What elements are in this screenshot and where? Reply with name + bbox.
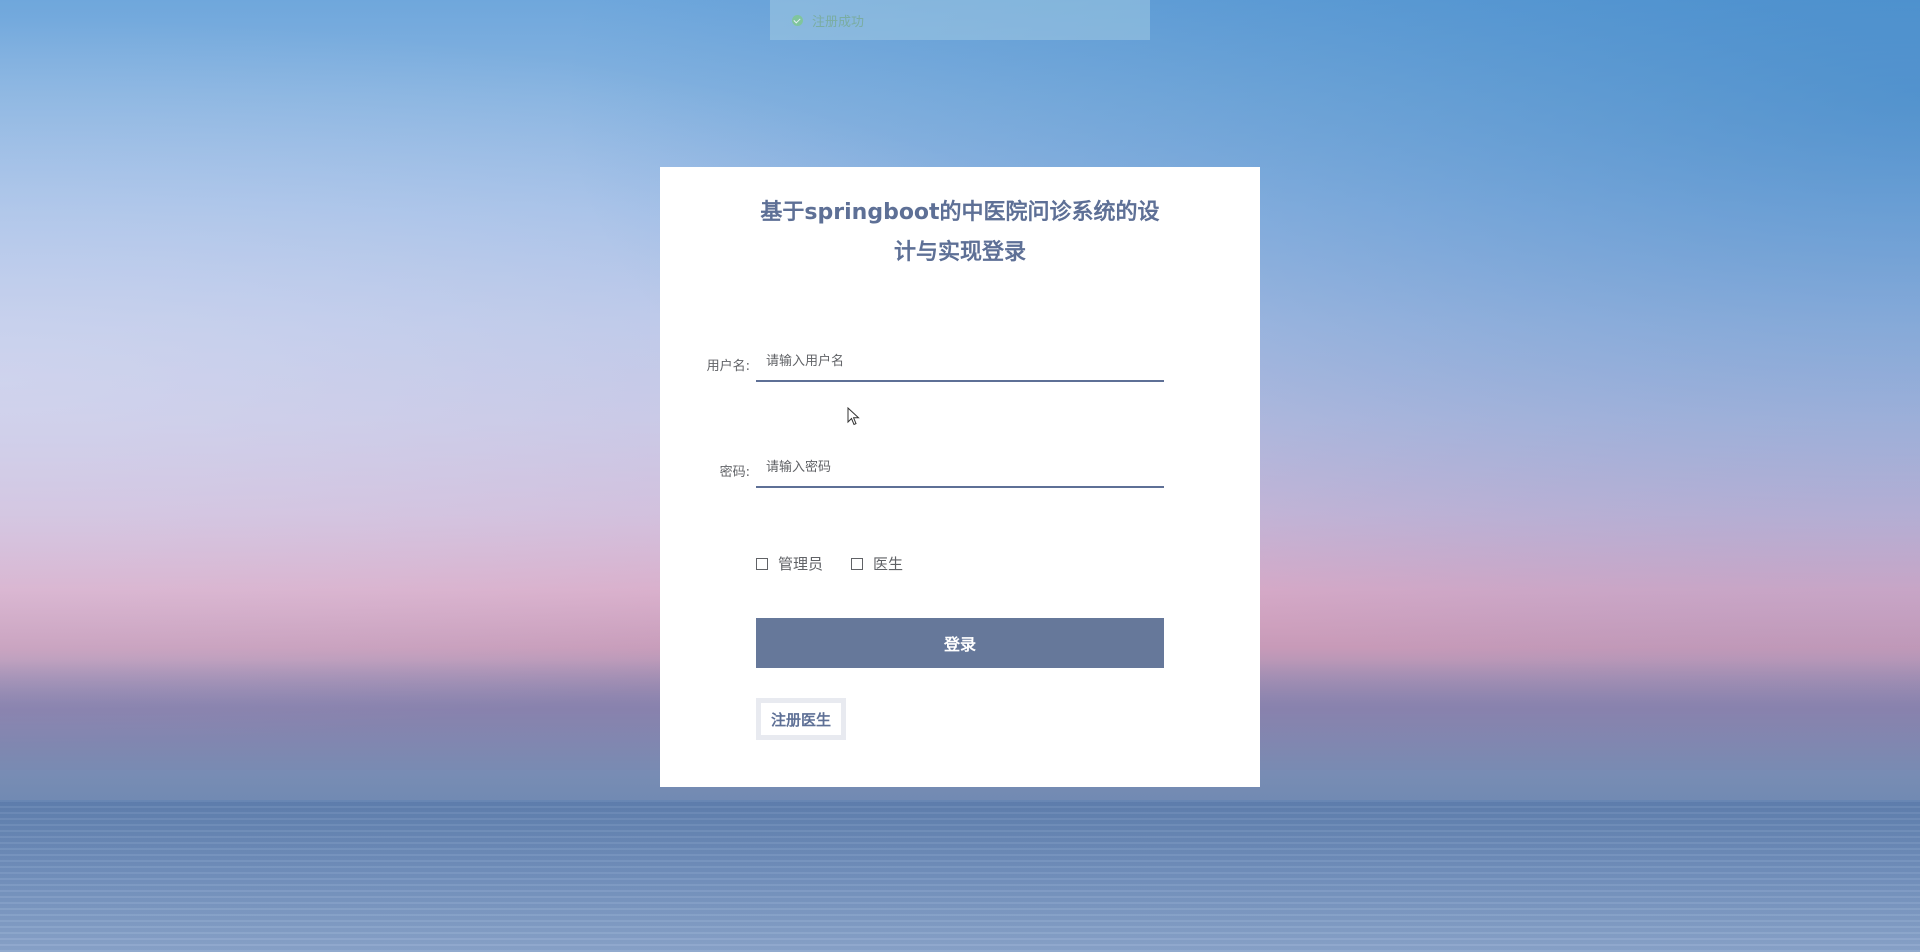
role-label-admin: 管理员: [778, 555, 824, 573]
success-toast: 注册成功: [770, 0, 1150, 40]
page-title: 基于springboot的中医院问诊系统的设计与实现登录: [760, 200, 1160, 265]
role-label-doctor: 医生: [873, 555, 904, 573]
check-circle-icon: [792, 14, 803, 26]
background-sea: [0, 800, 1920, 952]
password-label: 密码:: [719, 465, 750, 480]
register-doctor-button[interactable]: 注册医生: [756, 698, 847, 740]
role-checkbox-admin[interactable]: 管理员: [756, 553, 823, 574]
username-input[interactable]: [756, 342, 1164, 382]
role-selector: 管理员 医生: [756, 553, 903, 574]
login-button[interactable]: 登录: [756, 618, 1164, 668]
role-checkbox-doctor[interactable]: 医生: [851, 553, 903, 574]
checkbox-icon[interactable]: [756, 557, 768, 570]
username-label: 用户名:: [706, 359, 750, 374]
login-card: 基于springboot的中医院问诊系统的设计与实现登录 用户名: 密码: 管理…: [660, 167, 1260, 787]
toast-message: 注册成功: [812, 14, 865, 30]
checkbox-icon[interactable]: [851, 557, 864, 570]
password-input[interactable]: [756, 448, 1164, 488]
